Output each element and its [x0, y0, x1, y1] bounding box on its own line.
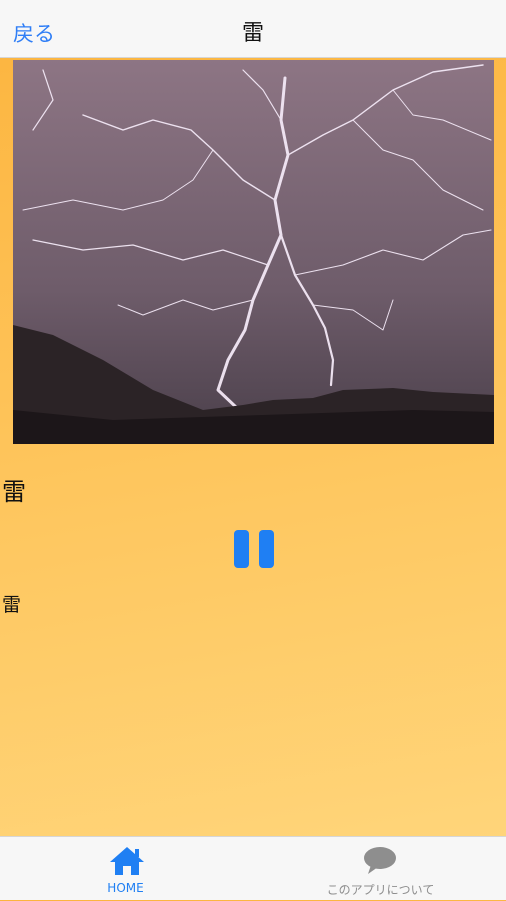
home-icon — [109, 847, 144, 875]
tab-about[interactable]: このアプリについて — [253, 837, 506, 901]
tab-bar: HOME このアプリについて — [0, 836, 506, 900]
page-title: 雷 — [241, 21, 264, 46]
lightning-image — [13, 60, 494, 444]
tab-home[interactable]: HOME — [0, 837, 253, 901]
pause-button[interactable] — [234, 530, 274, 570]
navigation-bar: 戻る 雷 — [0, 0, 506, 58]
tab-home-label: HOME — [107, 881, 144, 895]
sound-description: 雷 — [2, 594, 22, 616]
tab-about-label: このアプリについて — [326, 883, 435, 897]
speech-bubble-icon — [363, 847, 396, 874]
pause-icon-bar-right — [259, 530, 274, 568]
pause-icon-bar-left — [234, 530, 249, 568]
lightning-photo-icon — [13, 60, 494, 444]
sound-title: 雷 — [2, 478, 26, 506]
